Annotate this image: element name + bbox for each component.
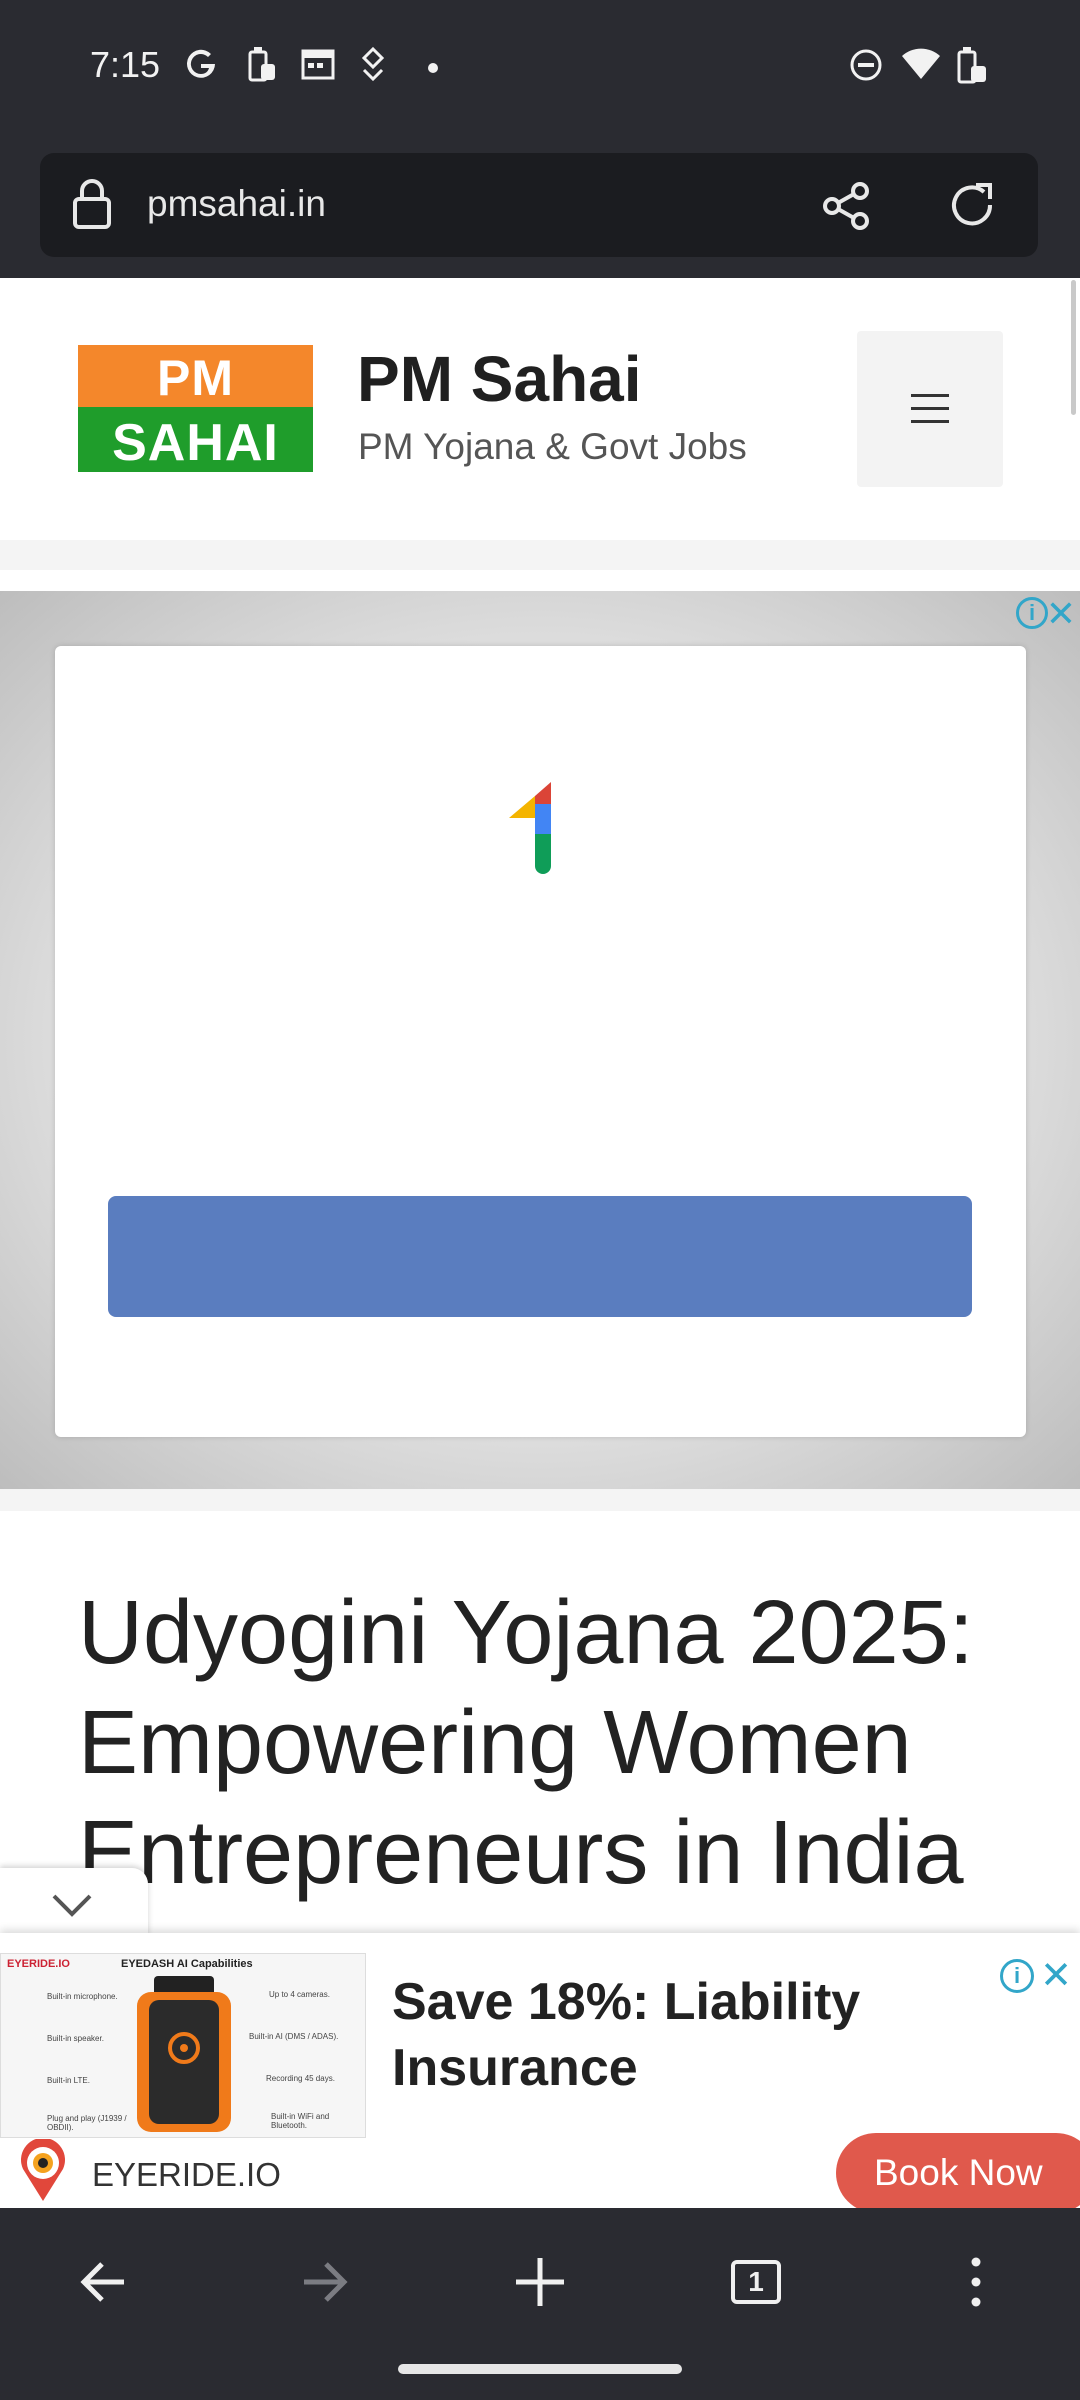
logo-text-sahai: SAHAI <box>112 414 279 472</box>
menu-button[interactable] <box>857 331 1003 487</box>
ad-close-icon[interactable]: ✕ <box>1046 593 1076 635</box>
forward-arrow-icon[interactable] <box>282 2242 362 2322</box>
battery-icon <box>957 47 986 84</box>
back-arrow-icon[interactable] <box>66 2242 146 2322</box>
google-icon <box>187 49 215 78</box>
book-now-button[interactable]: Book Now <box>836 2133 1080 2208</box>
lock-icon <box>73 179 111 229</box>
address-bar[interactable]: pmsahai.in <box>40 153 1038 257</box>
site-tagline: PM Yojana & Govt Jobs <box>358 426 747 467</box>
status-bar: 7:15 <box>0 0 1080 140</box>
collapse-ad-button[interactable] <box>0 1868 148 1938</box>
ad-headline[interactable]: Save 18%: Liability Insurance <box>392 1969 952 2101</box>
article-title: Udyogini Yojana 2025: Empowering Women E… <box>78 1583 974 1903</box>
feature-label: Up to 4 cameras. <box>269 1990 330 1999</box>
feature-label: Recording 45 days. <box>266 2074 335 2083</box>
reload-icon[interactable] <box>946 179 1000 233</box>
scrollbar[interactable] <box>1071 280 1076 415</box>
feature-label: Built-in LTE. <box>47 2076 90 2085</box>
web-page: PM SAHAI PM Sahai PM Yojana & Govt Jobs … <box>0 278 1080 2208</box>
ad-info-icon[interactable]: i <box>1000 1959 1034 1993</box>
divider <box>0 1489 1080 1511</box>
eyeride-logo-icon <box>21 2139 65 2201</box>
ad-info-icon[interactable]: i <box>1016 597 1048 629</box>
ad-image-title: EYEDASH AI Capabilities <box>121 1958 253 1970</box>
anchor-ad[interactable]: EYERIDE.IO EYEDASH AI Capabilities Built… <box>0 1933 1080 2208</box>
google-one-logo <box>509 782 551 874</box>
ad-card[interactable] <box>55 646 1026 1437</box>
more-options-icon[interactable] <box>936 2242 1016 2322</box>
logo-text-pm: PM <box>157 350 234 406</box>
dnd-icon <box>850 49 882 81</box>
ad-product-image[interactable]: EYERIDE.IO EYEDASH AI Capabilities Built… <box>0 1953 366 2138</box>
home-gesture-bar[interactable] <box>398 2364 682 2374</box>
ad-banner[interactable]: i ✕ <box>0 591 1080 1489</box>
browser-toolbar: pmsahai.in <box>0 140 1080 278</box>
chevron-down-icon <box>52 1894 92 1917</box>
url-text[interactable]: pmsahai.in <box>147 183 326 225</box>
feature-label: Built-in WiFi and Bluetooth. <box>271 2112 330 2130</box>
share-icon[interactable] <box>822 181 872 231</box>
app-icon <box>361 46 385 82</box>
new-tab-icon[interactable] <box>500 2242 580 2322</box>
ad-brand-name[interactable]: EYERIDE.IO <box>92 2156 281 2194</box>
dot-icon <box>428 63 438 73</box>
wifi-icon <box>902 48 940 79</box>
feature-label: Built-in microphone. <box>47 1992 118 2001</box>
hamburger-icon <box>911 394 949 397</box>
divider <box>0 540 1080 570</box>
battery-saver-icon <box>248 47 275 82</box>
site-logo[interactable]: PM SAHAI <box>78 345 313 472</box>
ad-image-brand: EYERIDE.IO <box>7 1958 70 1970</box>
tab-count: 1 <box>731 2260 781 2304</box>
feature-label: Plug and play (J1939 / OBDII). <box>47 2114 127 2132</box>
tab-switcher-button[interactable]: 1 <box>716 2242 796 2322</box>
ad-cta-bar[interactable] <box>108 1196 972 1317</box>
status-time: 7:15 <box>90 44 161 85</box>
ad-close-icon[interactable]: ✕ <box>1040 1953 1072 1998</box>
calendar-icon <box>301 49 335 80</box>
dashcam-product-image <box>137 1976 231 2132</box>
site-title[interactable]: PM Sahai <box>357 342 642 416</box>
feature-label: Built-in AI (DMS / ADAS). <box>249 2032 339 2041</box>
feature-label: Built-in speaker. <box>47 2034 104 2043</box>
